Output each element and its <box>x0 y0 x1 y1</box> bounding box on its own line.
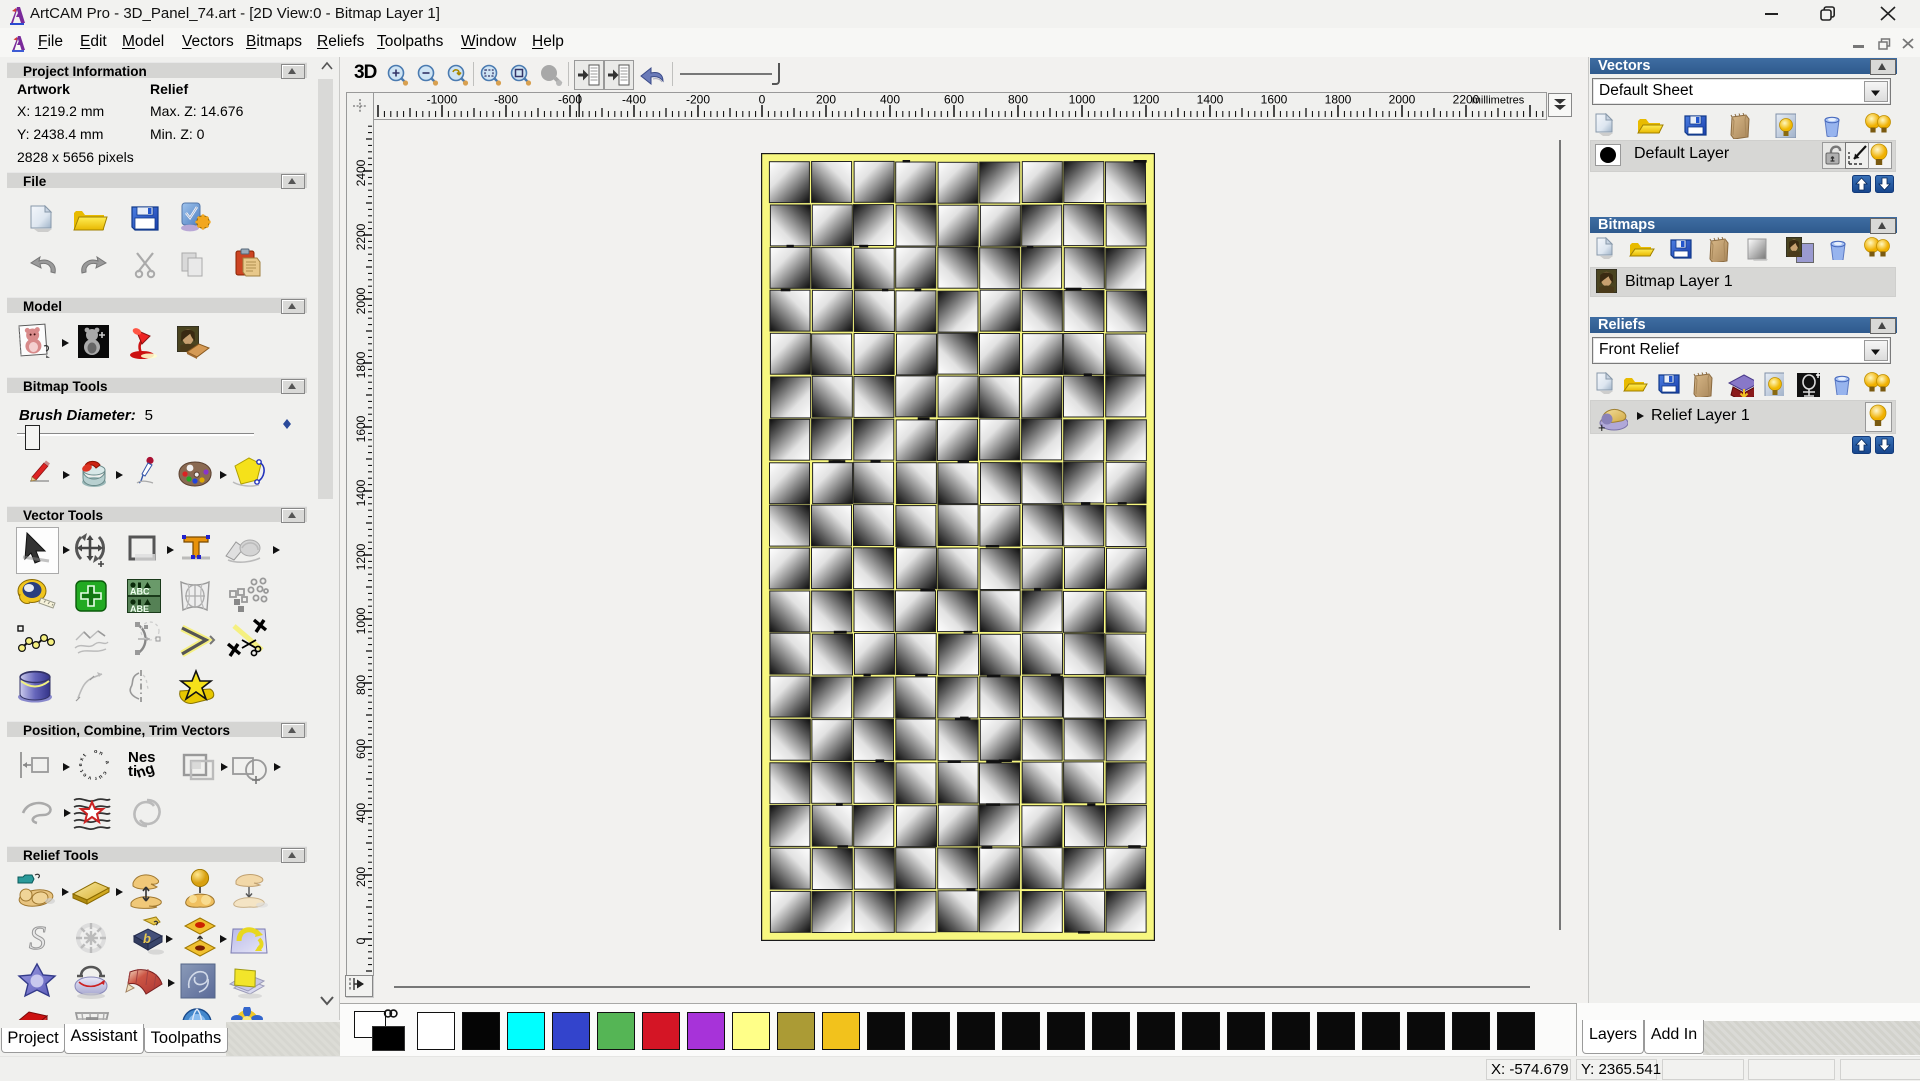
svg-text:t: t <box>79 768 85 773</box>
svg-text:1800: 1800 <box>1325 93 1352 107</box>
svg-text:200: 200 <box>354 867 368 887</box>
svg-text:2000: 2000 <box>1389 93 1416 107</box>
svg-text:200: 200 <box>816 93 836 107</box>
svg-text:+: + <box>1598 420 1606 432</box>
svg-text:800: 800 <box>354 675 368 695</box>
svg-text:0: 0 <box>354 937 368 944</box>
svg-text:1000: 1000 <box>354 607 368 634</box>
svg-text:1800: 1800 <box>354 351 368 378</box>
svg-text:r: r <box>93 775 97 781</box>
svg-text:600: 600 <box>354 739 368 759</box>
svg-text:1200: 1200 <box>354 543 368 570</box>
svg-text:ABC: ABC <box>130 587 150 597</box>
svg-text:1400: 1400 <box>1197 93 1224 107</box>
svg-text:1400: 1400 <box>354 479 368 506</box>
svg-text:0: 0 <box>759 93 766 107</box>
svg-text:400: 400 <box>880 93 900 107</box>
svg-text:-400: -400 <box>622 93 646 107</box>
svg-text:1600: 1600 <box>354 415 368 442</box>
svg-text:600: 600 <box>944 93 964 107</box>
svg-text:a: a <box>103 760 110 766</box>
svg-text:n: n <box>98 750 104 757</box>
svg-text:e: e <box>78 763 84 767</box>
svg-text:S: S <box>29 920 46 956</box>
svg-text:1000: 1000 <box>1069 93 1096 107</box>
svg-text:ABE: ABE <box>130 604 149 614</box>
svg-text:o: o <box>94 749 98 755</box>
svg-text:millimetres: millimetres <box>1472 95 1525 107</box>
svg-text:1200: 1200 <box>1133 93 1160 107</box>
svg-text:t: t <box>82 753 88 759</box>
svg-text:2400: 2400 <box>354 159 368 186</box>
svg-text:2200: 2200 <box>354 223 368 250</box>
svg-text:400: 400 <box>354 803 368 823</box>
svg-text:-200: -200 <box>686 93 710 107</box>
svg-text:1600: 1600 <box>1261 93 1288 107</box>
svg-text:-1000: -1000 <box>427 93 458 107</box>
svg-text:-800: -800 <box>494 93 518 107</box>
svg-text:b: b <box>143 931 151 946</box>
svg-text:800: 800 <box>1008 93 1028 107</box>
svg-text:u: u <box>97 773 103 780</box>
svg-text:2000: 2000 <box>354 287 368 314</box>
